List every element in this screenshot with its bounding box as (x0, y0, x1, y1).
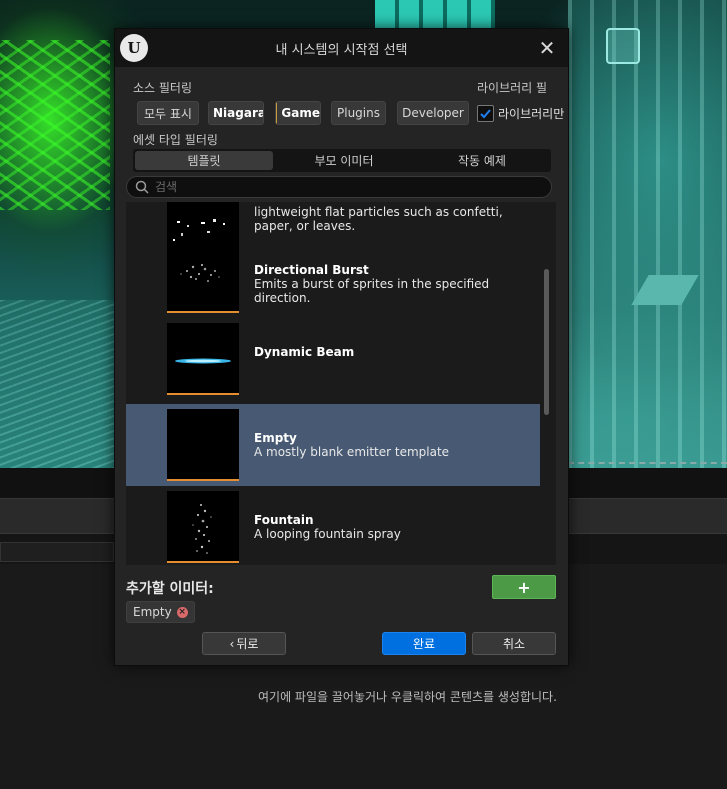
viewport-edge (568, 462, 727, 466)
emitter-description: lightweight flat particles such as confe… (254, 205, 503, 233)
tab-behavior-examples[interactable]: 작동 예제 (413, 149, 551, 172)
done-button[interactable]: 완료 (382, 632, 466, 655)
emitter-thumbnail (167, 491, 239, 563)
confetti-thumbnail-icon (173, 219, 225, 241)
emitter-text: Fountain A looping fountain spray (254, 513, 534, 541)
checkmark-icon (480, 108, 491, 118)
emitter-description: Emits a burst of sprites in the specifie… (254, 277, 490, 305)
selected-emitter-tag: Empty × (126, 601, 195, 623)
back-button[interactable]: ‹ 뒤로 (202, 632, 286, 655)
emitter-title: Empty (254, 431, 297, 445)
search-box[interactable] (126, 176, 552, 198)
list-item[interactable]: Directional Burst Emits a burst of sprit… (126, 240, 540, 322)
chip-color-swatch (276, 102, 278, 124)
filter-chip-developer[interactable]: Developer (397, 101, 469, 125)
remove-tag-icon[interactable]: × (176, 606, 188, 618)
asset-type-filter-label: 에셋 타입 필터링 (133, 133, 218, 147)
close-icon[interactable]: ✕ (535, 36, 559, 60)
emitter-text: lightweight flat particles such as confe… (254, 205, 534, 233)
list-item[interactable]: Empty A mostly blank emitter template (126, 404, 540, 486)
library-only-checkbox[interactable]: 라이브러리만 (477, 103, 567, 123)
chevron-left-icon: ‹ (229, 636, 235, 651)
search-input[interactable] (155, 180, 535, 194)
chip-label: Developer (402, 106, 464, 120)
viewport-water-tower (606, 28, 640, 64)
tag-label: Empty (133, 605, 172, 619)
beam-thumbnail-icon (175, 358, 231, 364)
viewport-water (0, 300, 120, 468)
emitter-text: Empty A mostly blank emitter template (254, 431, 534, 459)
fountain-thumbnail-icon (192, 504, 212, 554)
list-item[interactable]: Fountain A looping fountain spray (126, 486, 540, 565)
search-icon (135, 180, 149, 194)
back-button-label: 뒤로 (236, 637, 259, 651)
viewport-industrial-structure (568, 0, 727, 468)
drop-hint-text: 여기에 파일을 끌어놓거나 우클릭하여 콘텐츠를 생성합니다. (258, 690, 557, 704)
emitter-thumbnail (167, 202, 239, 245)
emitter-thumbnail (167, 323, 239, 395)
list-item[interactable]: lightweight flat particles such as confe… (126, 202, 540, 245)
filter-chip-plugins[interactable]: Plugins (331, 101, 386, 125)
tab-parent-emitters[interactable]: 부모 이미터 (275, 149, 413, 172)
content-browser-path[interactable] (0, 542, 114, 562)
burst-thumbnail-icon (180, 264, 220, 282)
emitter-title: Dynamic Beam (254, 345, 355, 359)
chip-label: Niagara (213, 106, 264, 120)
list-item[interactable]: Dynamic Beam (126, 322, 540, 404)
emitter-title: Fountain (254, 513, 314, 527)
library-filter-label: 라이브러리 필 (477, 81, 548, 95)
emitter-list: lightweight flat particles such as confe… (126, 202, 556, 565)
list-scrollbar[interactable] (544, 269, 549, 415)
viewport-tower (375, 0, 495, 30)
emitter-text: Dynamic Beam (254, 345, 534, 359)
dialog-titlebar[interactable]: U 내 시스템의 시작점 선택 ✕ (115, 29, 568, 67)
emitter-title: Directional Burst (254, 263, 369, 277)
emitter-description: A looping fountain spray (254, 527, 401, 541)
filter-chip-show-all[interactable]: 모두 표시 (137, 101, 199, 125)
source-filter-label: 소스 필터링 (133, 81, 193, 95)
emitter-thumbnail (167, 241, 239, 313)
emitter-description: A mostly blank emitter template (254, 445, 450, 459)
cancel-button[interactable]: 취소 (472, 632, 556, 655)
chip-label: Plugins (337, 106, 380, 120)
dialog-title: 내 시스템의 시작점 선택 (275, 43, 408, 58)
chip-label: 모두 표시 (144, 106, 192, 121)
asset-type-tabs: 템플릿 부모 이미터 작동 예제 (133, 149, 551, 172)
add-emitter-button[interactable]: + (492, 575, 556, 599)
filter-chip-niagara[interactable]: Niagara (208, 101, 264, 125)
tab-templates[interactable]: 템플릿 (135, 151, 273, 170)
chip-label: Game (281, 106, 320, 120)
viewport-green-structure (0, 40, 110, 210)
library-only-label: 라이브러리만 (498, 106, 565, 121)
emitter-picker-dialog: U 내 시스템의 시작점 선택 ✕ 소스 필터링 라이브러리 필 모두 표시 N… (114, 28, 569, 666)
emitter-text: Directional Burst Emits a burst of sprit… (254, 263, 534, 305)
emitter-thumbnail (167, 409, 239, 481)
editor-window: 여기에 파일을 끌어놓거나 우클릭하여 콘텐츠를 생성합니다. U 내 시스템의… (0, 0, 727, 789)
emitters-to-add-label: 추가할 이미터: (126, 581, 214, 597)
filter-chip-game[interactable]: Game (275, 101, 321, 125)
checkbox-box[interactable] (477, 104, 494, 122)
